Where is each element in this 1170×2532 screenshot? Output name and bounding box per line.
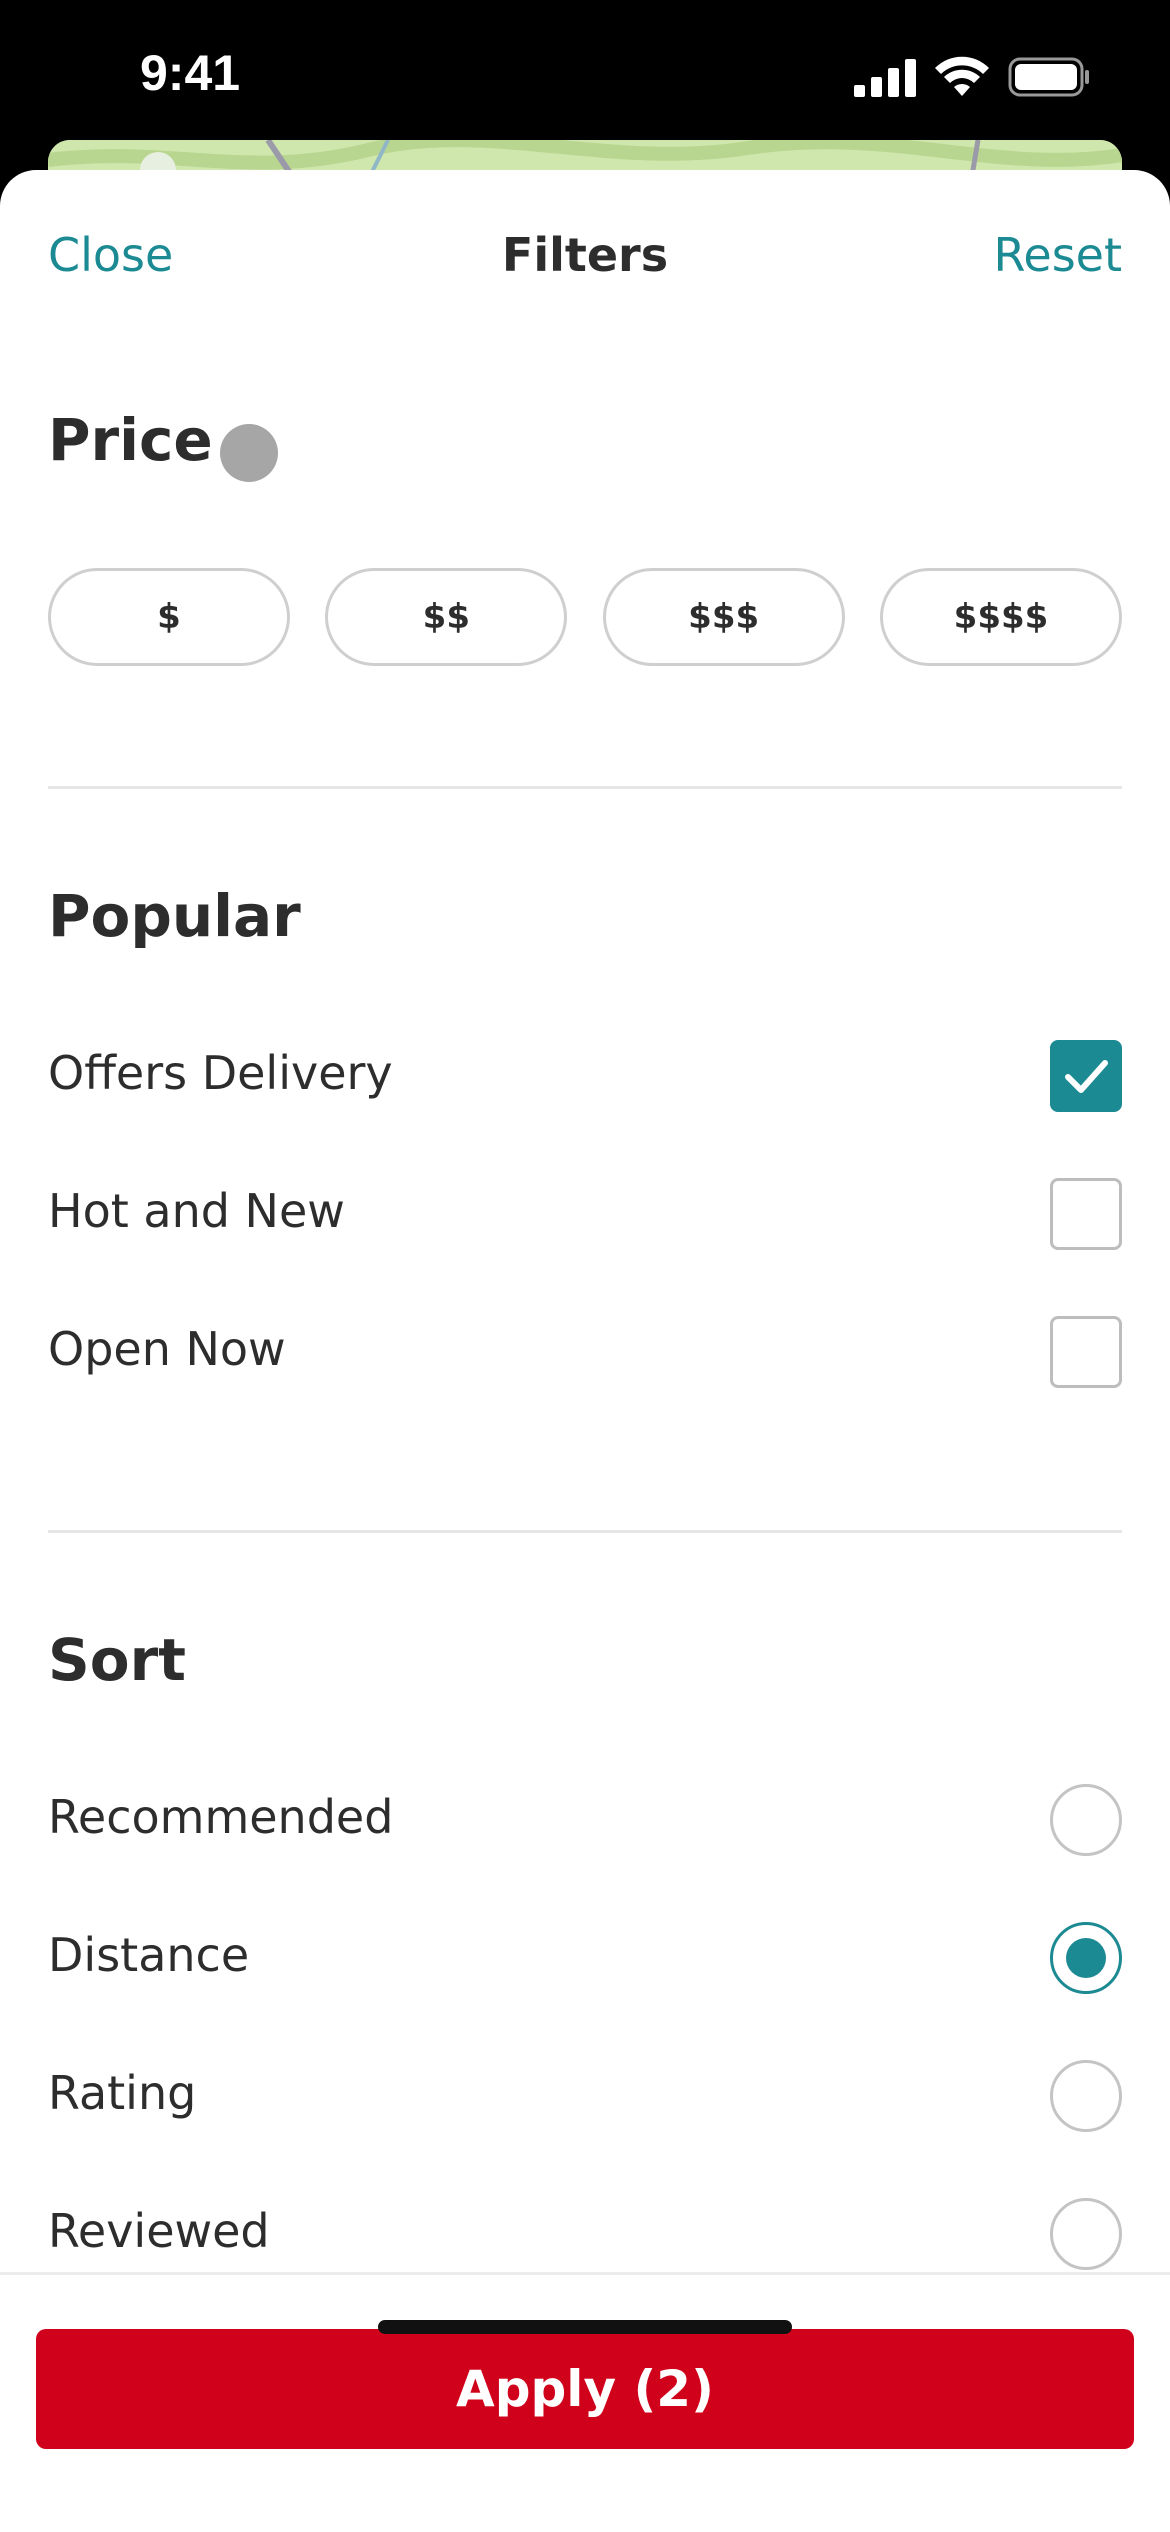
open-now-checkbox[interactable] — [1050, 1316, 1122, 1388]
price-option-2[interactable]: $$ — [325, 568, 568, 666]
battery-icon — [1008, 57, 1090, 101]
status-icons — [854, 56, 1090, 102]
wifi-icon — [934, 56, 990, 102]
distance-radio[interactable] — [1050, 1922, 1122, 1994]
checkmark-icon — [1065, 1060, 1108, 1093]
recommended-radio[interactable] — [1050, 1784, 1122, 1856]
option-label: Hot and New — [48, 1184, 345, 1238]
option-label: Reviewed — [48, 2204, 270, 2258]
sort-option-rating[interactable]: Rating — [48, 2044, 1122, 2144]
price-options: $ $$ $$$ $$$$ — [48, 568, 1122, 666]
reviewed-radio[interactable] — [1050, 2198, 1122, 2270]
price-section-title: Price — [48, 406, 213, 474]
bottom-action-bar: Apply (2) — [0, 2272, 1170, 2532]
option-label: Distance — [48, 1928, 250, 1982]
cellular-signal-icon — [854, 57, 916, 101]
filters-sheet: Close Filters Reset Price $ $$ $$$ $$$$ … — [0, 170, 1170, 2532]
price-option-1[interactable]: $ — [48, 568, 290, 666]
rating-radio[interactable] — [1050, 2060, 1122, 2132]
price-option-4[interactable]: $$$$ — [879, 568, 1122, 666]
reset-button[interactable]: Reset — [994, 228, 1123, 282]
price-option-3[interactable]: $$$ — [602, 568, 845, 666]
home-indicator[interactable] — [378, 2320, 792, 2334]
hot-and-new-checkbox[interactable] — [1050, 1178, 1122, 1250]
sort-option-recommended[interactable]: Recommended — [48, 1768, 1122, 1868]
divider — [48, 1530, 1122, 1533]
apply-button[interactable]: Apply (2) — [36, 2329, 1134, 2449]
sort-option-reviewed[interactable]: Reviewed — [48, 2182, 1122, 2282]
status-bar: 9:41 — [0, 0, 1170, 160]
divider — [48, 786, 1122, 789]
price-info-dot — [220, 424, 278, 482]
option-label: Rating — [48, 2066, 197, 2120]
option-label: Recommended — [48, 1790, 394, 1844]
option-label: Offers Delivery — [48, 1046, 393, 1100]
status-time: 9:41 — [140, 45, 241, 101]
popular-option-hot-and-new[interactable]: Hot and New — [48, 1162, 1122, 1262]
sheet-header: Close Filters Reset — [0, 170, 1170, 340]
option-label: Open Now — [48, 1322, 286, 1376]
sort-section-title: Sort — [48, 1626, 186, 1694]
popular-section-title: Popular — [48, 882, 301, 950]
popular-option-offers-delivery[interactable]: Offers Delivery — [48, 1024, 1122, 1124]
sort-option-distance[interactable]: Distance — [48, 1906, 1122, 2006]
popular-option-open-now[interactable]: Open Now — [48, 1300, 1122, 1400]
offers-delivery-checkbox[interactable] — [1050, 1040, 1122, 1112]
